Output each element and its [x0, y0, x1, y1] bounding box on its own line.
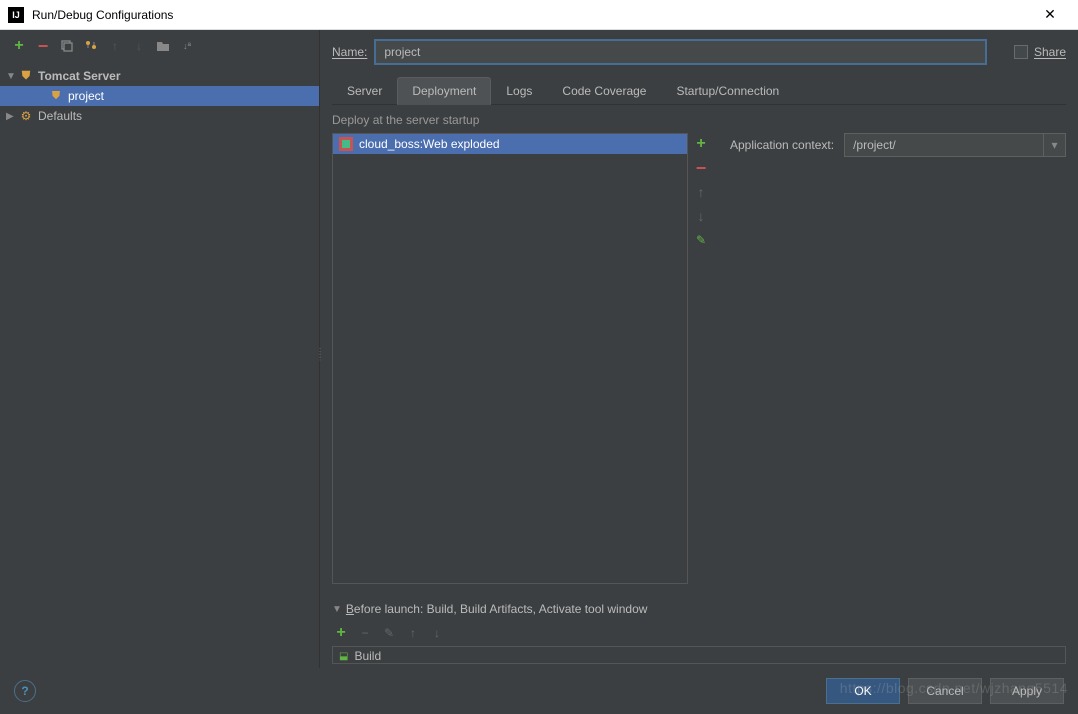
- artifact-label: cloud_boss:Web exploded: [359, 137, 500, 151]
- gear-icon: ⚙: [18, 108, 34, 124]
- remove-artifact-icon[interactable]: −: [692, 159, 710, 177]
- move-down-icon: ↓: [130, 37, 148, 55]
- tab-server[interactable]: Server: [332, 77, 397, 105]
- deployment-tab-content: Deploy at the server startup cloud_boss:…: [332, 105, 1066, 668]
- edit-defaults-icon[interactable]: [82, 37, 100, 55]
- splitter-handle[interactable]: ⋮⋮⋮: [316, 350, 322, 374]
- move-down-icon: ↓: [692, 207, 710, 225]
- move-down-icon: ↓: [428, 624, 446, 642]
- tab-logs[interactable]: Logs: [491, 77, 547, 105]
- move-up-icon: ↑: [692, 183, 710, 201]
- before-launch-list[interactable]: ⬓ Build: [332, 646, 1066, 664]
- tree-label: Defaults: [38, 109, 82, 123]
- chevron-down-icon: ▼: [332, 604, 342, 615]
- cancel-button[interactable]: Cancel: [908, 678, 982, 704]
- artifact-box: cloud_boss:Web exploded + − ↑ ↓ ✎: [332, 133, 714, 584]
- app-icon: IJ: [8, 7, 24, 23]
- before-launch-label: BBefore launch: Build, Build Artifacts, …: [346, 602, 648, 616]
- tree-tomcat-server[interactable]: ▼ ⛊ Tomcat Server: [0, 66, 319, 86]
- before-launch-tools: + − ✎ ↑ ↓: [332, 624, 1066, 642]
- edit-task-icon: ✎: [380, 624, 398, 642]
- help-icon[interactable]: ?: [14, 680, 36, 702]
- chevron-down-icon[interactable]: ▾: [1043, 134, 1065, 156]
- artifact-item[interactable]: cloud_boss:Web exploded: [333, 134, 687, 154]
- chevron-down-icon: ▼: [6, 71, 18, 82]
- app-context-row: Application context: /project/ ▾: [730, 133, 1066, 157]
- deploy-section-label: Deploy at the server startup: [332, 113, 1066, 127]
- before-launch-item[interactable]: ⬓ Build: [339, 649, 1059, 663]
- context-panel: Application context: /project/ ▾: [724, 133, 1066, 584]
- tree-defaults[interactable]: ▶ ⚙ Defaults: [0, 106, 319, 126]
- tomcat-icon: ⛊: [18, 68, 34, 84]
- move-up-icon: ↑: [106, 37, 124, 55]
- apply-button[interactable]: Apply: [990, 678, 1064, 704]
- move-up-icon: ↑: [404, 624, 422, 642]
- build-icon: ⬓: [339, 651, 348, 662]
- remove-task-icon: −: [356, 624, 374, 642]
- deploy-row: cloud_boss:Web exploded + − ↑ ↓ ✎: [332, 133, 1066, 584]
- content-split: + − ↑ ↓ ↓ª ▼ ⛊ Tomcat: [0, 30, 1078, 668]
- config-tree: ▼ ⛊ Tomcat Server ⛊ project ▶ ⚙ Defaults: [0, 62, 319, 668]
- app-context-value: /project/: [845, 138, 1043, 152]
- app-context-select[interactable]: /project/ ▾: [844, 133, 1066, 157]
- artifact-icon: [339, 137, 353, 151]
- share-label[interactable]: Share: [1034, 45, 1066, 59]
- tab-startup-connection[interactable]: Startup/Connection: [661, 77, 794, 105]
- tabs: Server Deployment Logs Code Coverage Sta…: [332, 76, 1066, 105]
- folder-icon[interactable]: [154, 37, 172, 55]
- add-artifact-icon[interactable]: +: [692, 135, 710, 153]
- sort-icon[interactable]: ↓ª: [178, 37, 196, 55]
- name-label: Name:: [332, 45, 367, 59]
- dialog-footer: ? OK Cancel Apply: [0, 668, 1078, 714]
- configurations-sidebar: + − ↑ ↓ ↓ª ▼ ⛊ Tomcat: [0, 30, 320, 668]
- config-editor: Name: Share Server Deployment Logs Code …: [320, 30, 1078, 668]
- add-task-icon[interactable]: +: [332, 624, 350, 642]
- edit-artifact-icon[interactable]: ✎: [692, 231, 710, 249]
- copy-config-icon[interactable]: [58, 37, 76, 55]
- tree-project[interactable]: ⛊ project: [0, 86, 319, 106]
- ok-button[interactable]: OK: [826, 678, 900, 704]
- sidebar-toolbar: + − ↑ ↓ ↓ª: [0, 30, 319, 62]
- before-launch-item-label: Build: [354, 649, 381, 663]
- before-launch-header[interactable]: ▼ BBefore launch: Build, Build Artifacts…: [332, 602, 1066, 616]
- main-panel: + − ↑ ↓ ↓ª ▼ ⛊ Tomcat: [0, 30, 1078, 714]
- name-input[interactable]: [375, 40, 986, 64]
- artifact-list[interactable]: cloud_boss:Web exploded: [332, 133, 688, 584]
- tree-label: project: [68, 89, 104, 103]
- add-config-icon[interactable]: +: [10, 37, 28, 55]
- tab-code-coverage[interactable]: Code Coverage: [547, 77, 661, 105]
- remove-config-icon[interactable]: −: [34, 37, 52, 55]
- app-context-label: Application context:: [730, 138, 834, 152]
- close-icon[interactable]: ✕: [1030, 6, 1070, 23]
- name-row: Name: Share: [332, 40, 1066, 64]
- before-launch-section: ▼ BBefore launch: Build, Build Artifacts…: [332, 602, 1066, 668]
- window-titlebar: IJ Run/Debug Configurations ✕: [0, 0, 1078, 30]
- tab-deployment[interactable]: Deployment: [397, 77, 491, 105]
- tree-label: Tomcat Server: [38, 69, 120, 83]
- artifact-tools: + − ↑ ↓ ✎: [688, 133, 714, 584]
- chevron-right-icon: ▶: [6, 111, 18, 122]
- share-checkbox[interactable]: [1014, 45, 1028, 59]
- tomcat-icon: ⛊: [48, 88, 64, 104]
- share-checkbox-group: Share: [1014, 45, 1066, 59]
- window-title: Run/Debug Configurations: [32, 8, 1030, 22]
